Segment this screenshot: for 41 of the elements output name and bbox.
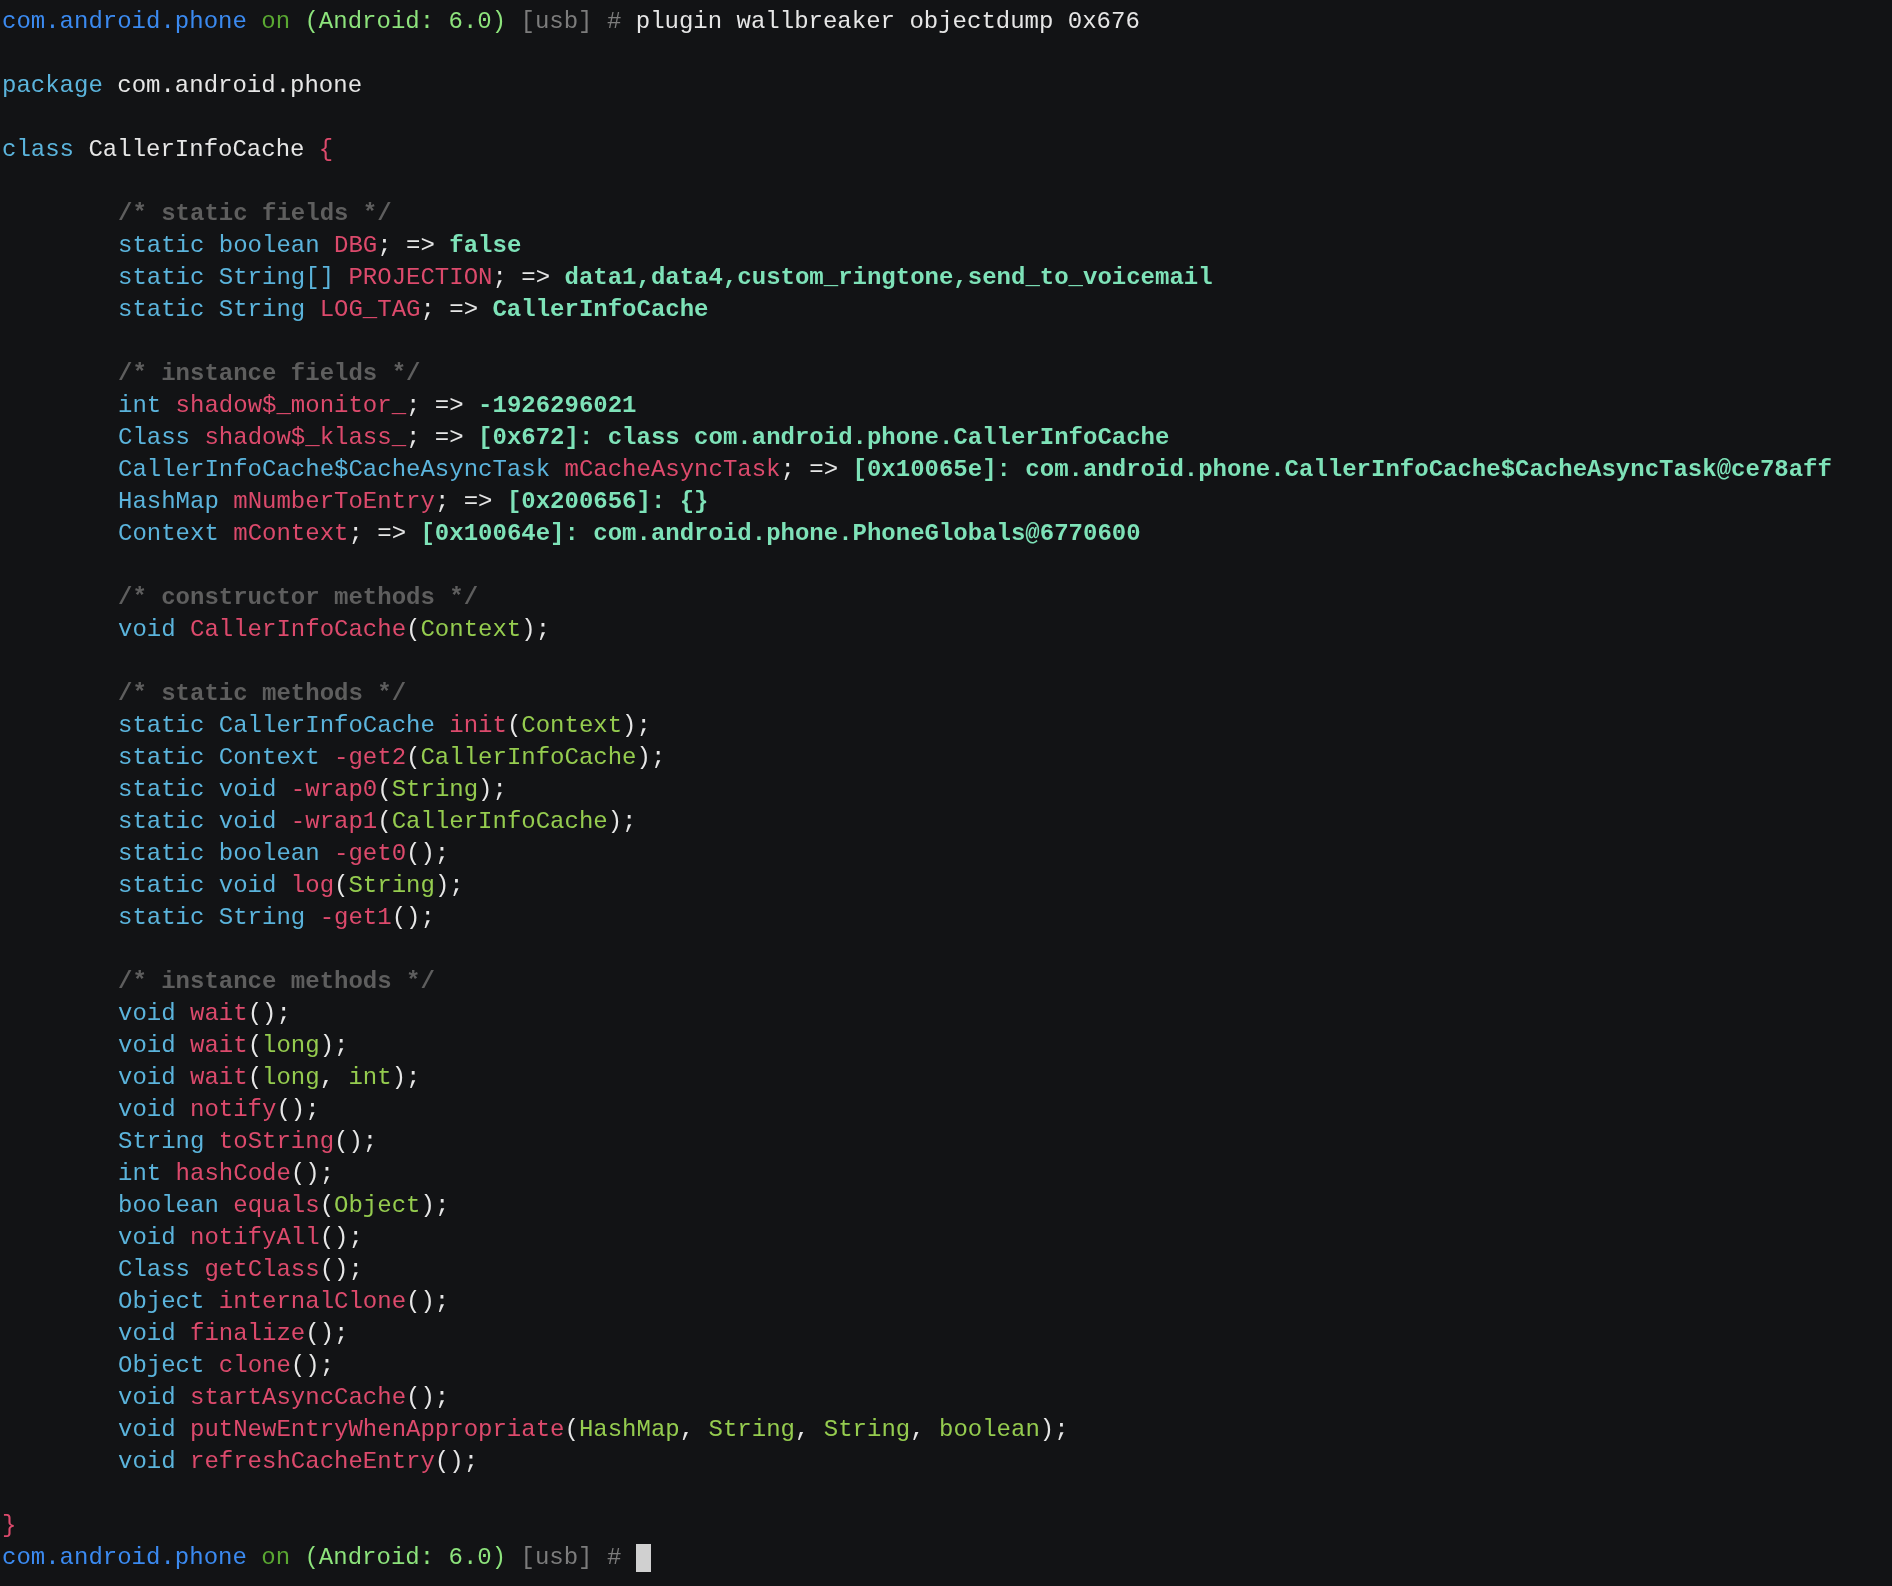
code-line: static void -wrap1(CallerInfoCache);: [118, 807, 637, 837]
code-line: static boolean DBG; => false: [118, 231, 522, 261]
code-line: void wait(long);: [118, 1031, 349, 1061]
prompt-line: com.android.phone on (Android: 6.0) [usb] #: [2, 1543, 622, 1573]
code-line: class CallerInfoCache {: [2, 135, 334, 165]
code-line: static CallerInfoCache init(Context);: [118, 711, 651, 741]
code-line: static String LOG_TAG; => CallerInfoCache: [118, 295, 709, 325]
code-line: static String[] PROJECTION; => data1,data4,custom_ringtone,send_to_voicemail: [118, 263, 1213, 293]
code-line: Class getClass();: [118, 1255, 363, 1285]
code-line: static String -get1();: [118, 903, 435, 933]
code-line: void wait();: [118, 999, 291, 1029]
code-line: void startAsyncCache();: [118, 1383, 450, 1413]
code-line: boolean equals(Object);: [118, 1191, 450, 1221]
code-line: void notify();: [118, 1095, 320, 1125]
code-line: }: [2, 1511, 17, 1541]
code-line: /* static methods */: [118, 679, 407, 709]
code-line: void putNewEntryWhenAppropriate(HashMap, String, String, boolean);: [118, 1415, 1069, 1445]
prompt-line: com.android.phone on (Android: 6.0) [usb] # plugin wallbreaker objectdump 0x676: [2, 7, 1140, 37]
code-line: String toString();: [118, 1127, 378, 1157]
code-line: /* instance fields */: [118, 359, 421, 389]
code-line: void CallerInfoCache(Context);: [118, 615, 551, 645]
code-line: Class shadow$_klass_; => [0x672]: class com.android.phone.CallerInfoCache: [118, 423, 1170, 453]
code-line: int shadow$_monitor_; => -1926296021: [118, 391, 637, 421]
code-line: package com.android.phone: [2, 71, 363, 101]
code-line: static boolean -get0();: [118, 839, 450, 869]
code-line: /* static fields */: [118, 199, 392, 229]
code-line: void finalize();: [118, 1319, 349, 1349]
code-line: Object internalClone();: [118, 1287, 450, 1317]
code-line: HashMap mNumberToEntry; => [0x200656]: {}: [118, 487, 709, 517]
code-line: void notifyAll();: [118, 1223, 363, 1253]
code-line: CallerInfoCache$CacheAsyncTask mCacheAsyncTask; => [0x10065e]: com.android.phone.CallerInfoCache$CacheAsyncTask@ce78aff: [118, 455, 1832, 485]
code-line: int hashCode();: [118, 1159, 335, 1189]
code-line: void refreshCacheEntry();: [118, 1447, 479, 1477]
code-line: static void -wrap0(String);: [118, 775, 507, 805]
code-line: void wait(long, int);: [118, 1063, 421, 1093]
code-line: Object clone();: [118, 1351, 335, 1381]
code-line: /* instance methods */: [118, 967, 435, 997]
code-line: static void log(String);: [118, 871, 464, 901]
code-line: static Context -get2(CallerInfoCache);: [118, 743, 666, 773]
code-line: /* constructor methods */: [118, 583, 479, 613]
code-line: Context mContext; => [0x10064e]: com.android.phone.PhoneGlobals@6770600: [118, 519, 1141, 549]
